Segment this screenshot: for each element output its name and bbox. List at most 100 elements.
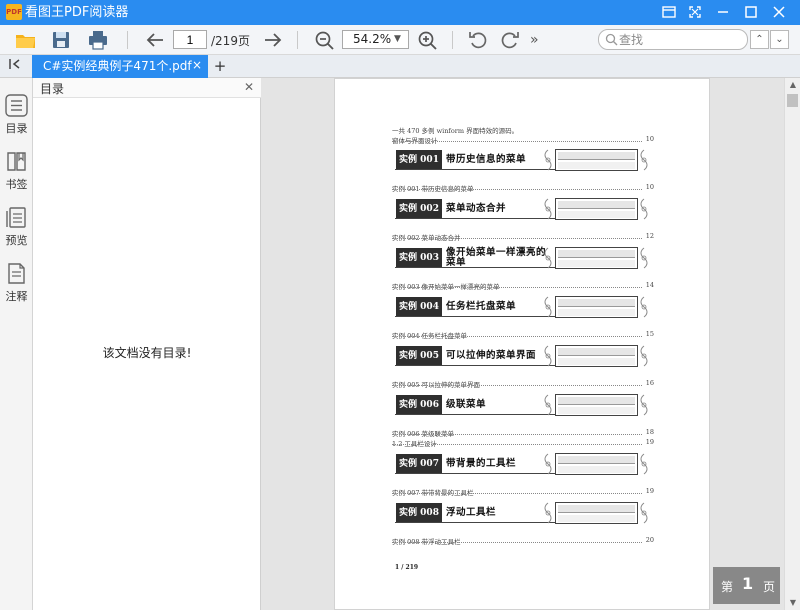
example-badge: 实例 006 [396,395,442,415]
skin-icon[interactable] [655,0,683,25]
search-input[interactable] [619,31,741,48]
page-total-label: /219页 [211,34,250,48]
sidebar-item-annotations[interactable]: 注释 [0,258,33,310]
zoom-value: 54.2% [353,32,392,46]
example-banner: 实例 007 带背景的工具栏 [392,451,650,477]
ornament-icon [638,197,650,221]
chevron-up-icon: ⌃ [755,34,764,45]
ornament-icon [638,452,650,476]
example-banner: 实例 003 像开始菜单一样漂亮的菜单 [392,245,650,271]
ornament-icon [542,501,554,525]
example-info-box [555,198,638,220]
rotate-right-button[interactable] [499,28,521,52]
document-tab-label: C#实例经典例子471个.pdf [43,59,192,73]
sidebar-item-bookmarks[interactable]: 书签 [0,146,33,198]
page-number-input[interactable] [173,30,207,49]
search-next-button[interactable]: ⌄ [770,30,789,49]
maximize-button[interactable] [737,0,765,25]
banner-underline [395,414,555,415]
scroll-up-arrow-icon[interactable]: ▲ [785,78,800,92]
page-badge-number: 1 [742,574,754,593]
example-badge: 实例 004 [396,297,442,317]
example-info-box [555,453,638,475]
printer-icon [89,31,107,50]
rotate-left-button[interactable] [467,28,489,52]
ornament-icon [638,393,650,417]
scrollbar-thumb[interactable] [787,94,798,107]
example-banner: 实例 005 可以拉伸的菜单界面 [392,343,650,369]
search-box[interactable] [598,29,748,50]
chevron-down-icon: ▼ [394,34,401,44]
example-badge: 实例 007 [396,454,442,474]
ornament-icon [542,452,554,476]
sidebar-item-label: 注释 [5,290,28,303]
pdf-folio: 1 / 219 [395,564,419,571]
arrow-left-icon [146,33,163,47]
sidebar-item-preview[interactable]: 预览 [0,202,33,254]
ornament-icon [638,295,650,319]
arrow-right-icon [265,33,282,47]
vertical-scrollbar[interactable]: ▲ ▼ [784,78,800,610]
page-indicator-badge: 第 1 页 [713,567,780,604]
more-tools-button[interactable]: » [530,28,546,52]
example-badge: 实例 001 [396,150,442,170]
zoom-in-button[interactable] [416,28,438,52]
zoom-select[interactable]: 54.2% ▼ [342,30,409,49]
title-bar: PDF 看图王PDF阅读器 [0,0,800,25]
open-folder-button[interactable] [14,28,38,52]
banner-underline [395,169,555,170]
save-button[interactable] [50,28,72,52]
thumbnails-icon [6,207,26,228]
app-logo-icon: PDF [6,4,22,20]
banner-underline [395,267,555,268]
banner-underline [395,218,555,219]
banner-underline [395,365,555,366]
close-panel-icon[interactable]: ✕ [244,80,254,94]
rotate-right-icon [501,32,519,49]
ornament-icon [542,295,554,319]
print-button[interactable] [86,28,110,52]
sidebar-item-label: 书签 [5,178,28,191]
document-viewport[interactable]: 一共 470 多例 winform 界面特效的源码。 窗体与界面设计 10 实例 … [261,78,784,610]
ornament-icon [638,148,650,172]
sidebar-rail: 目录 书签 预览 注释 [0,78,33,610]
folder-icon [16,35,35,48]
search-prev-button[interactable]: ⌃ [750,30,769,49]
ornament-icon [638,501,650,525]
new-tab-button[interactable]: + [212,57,228,75]
toolbar-separator [127,31,128,49]
pdf-intro-text: 一共 470 多例 winform 界面特效的源码。 [392,127,519,135]
example-banner: 实例 006 级联菜单 [392,392,650,418]
annotation-icon [8,263,25,284]
minimize-button[interactable] [709,0,737,25]
collapse-sidebar-button[interactable] [5,58,25,75]
main-toolbar: /219页 54.2% ▼ » ⌃ ⌄ [0,25,800,55]
example-info-box [555,394,638,416]
ornament-icon [638,344,650,368]
scroll-down-arrow-icon[interactable]: ▼ [785,596,800,610]
document-tab[interactable]: C#实例经典例子471个.pdf × [32,55,208,78]
close-window-button[interactable] [765,0,793,25]
banner-underline [395,522,555,523]
zoom-out-icon [315,31,334,50]
zoom-out-button[interactable] [313,28,335,52]
close-tab-icon[interactable]: × [192,58,202,72]
double-chevron-right-icon: » [530,32,539,48]
sidebar-item-label: 目录 [5,122,28,135]
example-banner: 实例 004 任务栏托盘菜单 [392,294,650,320]
example-banner: 实例 001 带历史信息的菜单 [392,147,650,173]
window-title: 看图王PDF阅读器 [25,5,129,20]
save-icon [53,32,69,48]
example-banner: 实例 002 菜单动态合并 [392,196,650,222]
ornament-icon [542,197,554,221]
sidebar-item-outline[interactable]: 目录 [0,90,33,142]
ornament-icon [542,246,554,270]
next-page-button[interactable] [262,28,284,52]
previous-page-button[interactable] [144,28,166,52]
bookmark-icon [7,152,26,171]
example-info-box [555,247,638,269]
banner-underline [395,473,555,474]
fullscreen-icon[interactable] [681,0,709,25]
ornament-icon [542,344,554,368]
collapse-left-icon [9,59,20,69]
